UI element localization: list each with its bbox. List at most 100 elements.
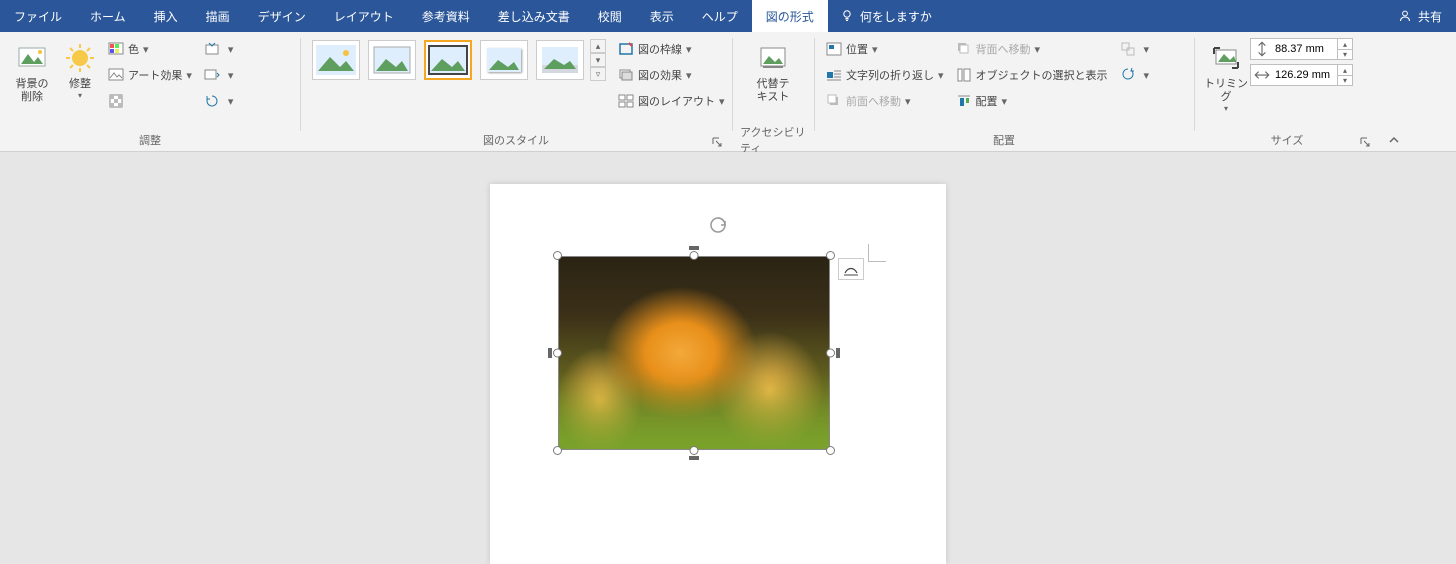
collapse-ribbon-button[interactable]: [1380, 32, 1408, 151]
width-spin-down[interactable]: ▾: [1338, 75, 1352, 85]
share-label: 共有: [1418, 8, 1442, 25]
tell-me-placeholder: 何をしますか: [860, 8, 932, 25]
picture-layout-button[interactable]: 図のレイアウト ▾: [614, 88, 729, 114]
resize-handle-t[interactable]: [690, 251, 699, 260]
picture-effects-label: 図の効果: [638, 67, 682, 83]
chevron-down-icon: ▾: [686, 43, 692, 56]
height-spin-down[interactable]: ▾: [1338, 49, 1352, 59]
tab-home[interactable]: ホーム: [76, 0, 140, 32]
width-input[interactable]: [1273, 69, 1337, 81]
chevron-down-icon: ▾: [1144, 69, 1150, 82]
size-dialog-launcher[interactable]: [1358, 135, 1372, 149]
resize-handle-r[interactable]: [826, 349, 835, 358]
share-button[interactable]: 共有: [1384, 0, 1456, 32]
change-picture-icon: [204, 67, 220, 83]
document-canvas[interactable]: [0, 152, 1456, 533]
selected-picture[interactable]: [558, 256, 830, 450]
crop-mark-right[interactable]: [836, 348, 840, 358]
resize-handle-br[interactable]: [826, 446, 835, 455]
rotate-handle[interactable]: [707, 214, 729, 236]
tab-mailings[interactable]: 差し込み文書: [484, 0, 584, 32]
bring-forward-label: 前面へ移動: [846, 93, 901, 109]
style-thumb-4[interactable]: [480, 40, 528, 80]
chevron-down-icon: ▾: [228, 43, 234, 56]
chevron-down-icon: ▾: [719, 95, 725, 108]
remove-background-button[interactable]: 背景の 削除: [8, 36, 56, 104]
style-thumb-5[interactable]: [536, 40, 584, 80]
resize-handle-tr[interactable]: [826, 251, 835, 260]
tab-view[interactable]: 表示: [636, 0, 688, 32]
alt-text-button[interactable]: 代替テ キスト: [749, 36, 797, 104]
group-picture-styles: ▴ ▾ ▿ 図の枠線 ▾ 図の効果 ▾ 図のレイアウト: [300, 32, 732, 151]
tab-review[interactable]: 校閲: [584, 0, 636, 32]
group-arrange-label: 配置: [993, 132, 1015, 148]
rotate-button[interactable]: ▾: [1116, 62, 1154, 88]
page[interactable]: [490, 184, 946, 564]
width-spin-up[interactable]: ▴: [1338, 65, 1352, 75]
height-input[interactable]: [1273, 43, 1337, 55]
style-thumb-3[interactable]: [424, 40, 472, 80]
height-spin-up[interactable]: ▴: [1338, 39, 1352, 49]
selection-pane-button[interactable]: オブジェクトの選択と表示: [952, 62, 1112, 88]
styles-dialog-launcher[interactable]: [710, 135, 724, 149]
layout-options-flyout[interactable]: [838, 258, 864, 280]
tab-references[interactable]: 参考資料: [408, 0, 484, 32]
reset-picture-button[interactable]: ▾: [200, 88, 238, 114]
color-button[interactable]: 色 ▾: [104, 36, 196, 62]
crop-mark-top[interactable]: [689, 246, 699, 250]
tab-layout[interactable]: レイアウト: [320, 0, 408, 32]
picture-border-button[interactable]: 図の枠線 ▾: [614, 36, 729, 62]
artistic-icon: [108, 67, 124, 83]
resize-handle-b[interactable]: [690, 446, 699, 455]
crop-mark-left[interactable]: [548, 348, 552, 358]
group-objects-button[interactable]: ▾: [1116, 36, 1154, 62]
chevron-down-icon: ▾: [78, 91, 82, 101]
tab-label: 校閲: [598, 8, 622, 25]
chevron-down-icon: ▾: [186, 69, 192, 82]
gallery-scroll-up[interactable]: ▴: [590, 39, 606, 53]
change-picture-button[interactable]: ▾: [200, 62, 238, 88]
send-backward-button[interactable]: 背面へ移動 ▾: [952, 36, 1112, 62]
chevron-down-icon: ▾: [686, 69, 692, 82]
send-backward-label: 背面へ移動: [976, 41, 1031, 57]
align-button[interactable]: 配置 ▾: [952, 88, 1112, 114]
artistic-effects-button[interactable]: アート効果 ▾: [104, 62, 196, 88]
tab-picture-format[interactable]: 図の形式: [752, 0, 828, 32]
group-adjust-label: 調整: [139, 132, 161, 148]
corrections-icon: [64, 42, 96, 74]
tell-me-search[interactable]: 何をしますか: [828, 0, 944, 32]
crop-button[interactable]: トリミング ▾: [1202, 36, 1250, 114]
chevron-down-icon: ▾: [1224, 104, 1228, 114]
bring-forward-button[interactable]: 前面へ移動 ▾: [822, 88, 948, 114]
position-icon: [826, 41, 842, 57]
chevron-down-icon: ▾: [228, 95, 234, 108]
tab-design[interactable]: デザイン: [244, 0, 320, 32]
resize-handle-bl[interactable]: [553, 446, 562, 455]
margin-corner-mark: [868, 244, 886, 262]
gallery-scroll-down[interactable]: ▾: [590, 53, 606, 67]
gallery-more[interactable]: ▿: [590, 67, 606, 81]
corrections-button[interactable]: 修整 ▾: [56, 36, 104, 101]
style-thumb-1[interactable]: [312, 40, 360, 80]
chevron-down-icon: ▾: [228, 69, 234, 82]
group-arrange: 位置 ▾ 文字列の折り返し ▾ 前面へ移動 ▾ 背面へ移動: [814, 32, 1194, 151]
wrap-text-button[interactable]: 文字列の折り返し ▾: [822, 62, 948, 88]
picture-effects-button[interactable]: 図の効果 ▾: [614, 62, 729, 88]
style-thumb-2[interactable]: [368, 40, 416, 80]
resize-handle-tl[interactable]: [553, 251, 562, 260]
tab-insert[interactable]: 挿入: [140, 0, 192, 32]
crop-mark-bottom[interactable]: [689, 456, 699, 460]
tab-help[interactable]: ヘルプ: [688, 0, 752, 32]
resize-handle-l[interactable]: [553, 349, 562, 358]
transparency-button[interactable]: [104, 88, 196, 114]
chevron-down-icon: ▾: [1035, 43, 1041, 56]
tab-file[interactable]: ファイル: [0, 0, 76, 32]
tab-draw[interactable]: 描画: [192, 0, 244, 32]
tab-label: ヘルプ: [702, 8, 738, 25]
corrections-label: 修整: [69, 78, 91, 91]
position-label: 位置: [846, 41, 868, 57]
compress-icon: [204, 41, 220, 57]
compress-pictures-button[interactable]: ▾: [200, 36, 238, 62]
chevron-down-icon: ▾: [1144, 43, 1150, 56]
position-button[interactable]: 位置 ▾: [822, 36, 948, 62]
